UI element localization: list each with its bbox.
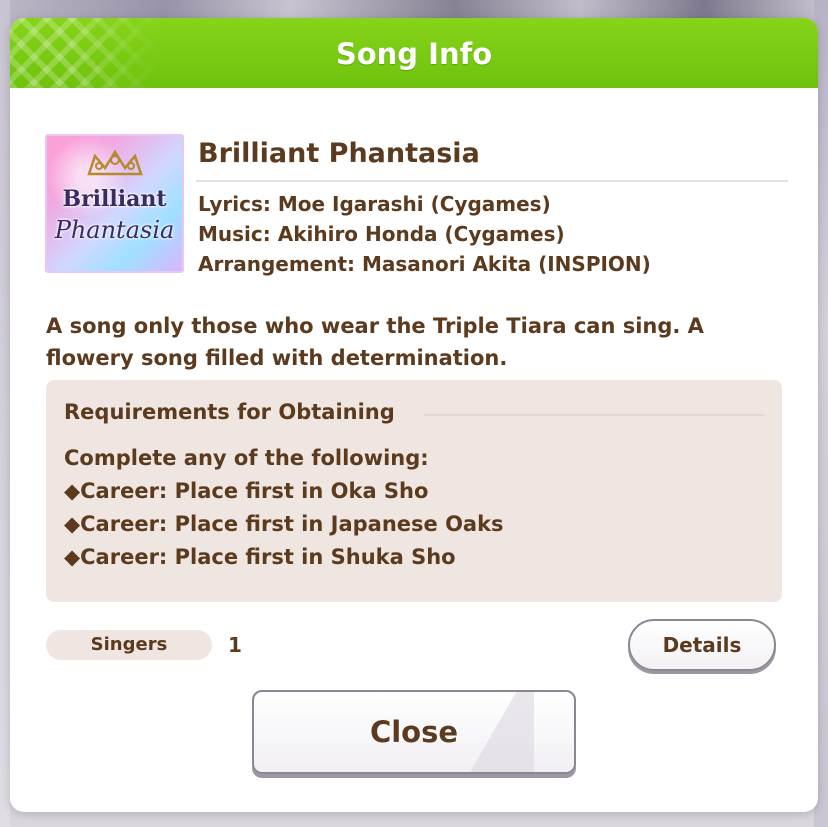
- tiara-icon: [87, 149, 143, 176]
- requirements-heading: Requirements for Obtaining: [64, 400, 395, 424]
- requirements-divider: [424, 414, 764, 416]
- close-button[interactable]: Close: [252, 690, 576, 774]
- requirements-panel: Requirements for Obtaining Complete any …: [46, 380, 782, 602]
- song-jacket-image: Brilliant Phantasia: [45, 134, 184, 273]
- dialog-title: Song Info: [335, 37, 493, 71]
- title-divider: [196, 180, 788, 182]
- details-button[interactable]: Details: [628, 619, 776, 671]
- close-button-label: Close: [369, 715, 459, 749]
- close-button-sheen: [464, 692, 534, 772]
- song-title: Brilliant Phantasia: [198, 138, 480, 169]
- requirement-item: ◆Career: Place first in Oka Sho: [64, 479, 429, 503]
- singers-count: 1: [228, 633, 242, 657]
- requirement-item: ◆Career: Place first in Shuka Sho: [64, 545, 456, 569]
- singers-label: Singers: [46, 630, 212, 660]
- requirements-intro: Complete any of the following:: [64, 446, 429, 470]
- background-left: [0, 0, 10, 827]
- jacket-title-line2: Phantasia: [54, 216, 175, 244]
- dialog-header: Song Info: [10, 18, 818, 88]
- song-info-dialog: Song Info Brilliant Phantasia Brilliant …: [10, 18, 818, 812]
- jacket-title-line1: Brilliant: [62, 186, 167, 212]
- requirement-item: ◆Career: Place first in Japanese Oaks: [64, 512, 504, 536]
- lyrics-credit: Lyrics: Moe Igarashi (Cygames): [198, 192, 551, 216]
- song-description: A song only those who wear the Triple Ti…: [46, 314, 704, 370]
- arrangement-credit: Arrangement: Masanori Akita (INSPION): [198, 252, 651, 276]
- music-credit: Music: Akihiro Honda (Cygames): [198, 222, 565, 246]
